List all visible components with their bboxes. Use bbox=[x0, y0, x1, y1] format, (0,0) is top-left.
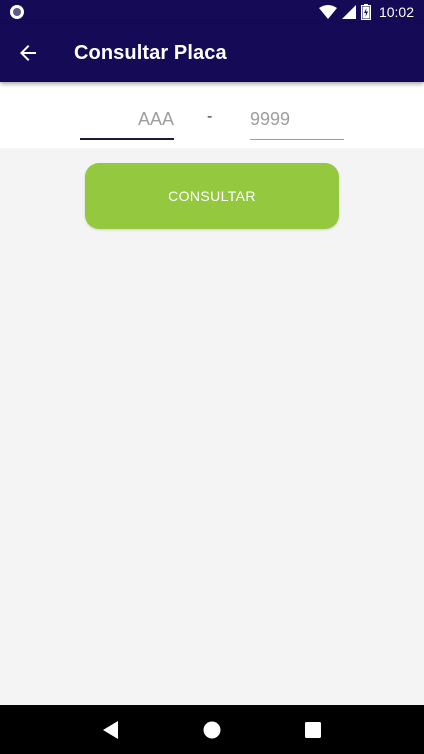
status-bar: 10:02 bbox=[0, 0, 424, 24]
nav-back-button[interactable] bbox=[91, 710, 131, 750]
page-title: Consultar Placa bbox=[74, 41, 227, 64]
app-bar: Consultar Placa bbox=[0, 24, 424, 82]
nav-recents-button[interactable] bbox=[293, 710, 333, 750]
screen: 10:02 Consultar Placa - CONSULTAR bbox=[0, 0, 424, 754]
nav-back-icon bbox=[102, 720, 118, 739]
plate-numbers-field-wrapper bbox=[250, 100, 344, 140]
notification-icon bbox=[10, 5, 24, 19]
plate-letters-input[interactable] bbox=[80, 100, 174, 138]
signal-icon bbox=[341, 5, 356, 19]
nav-home-icon bbox=[203, 721, 221, 738]
nav-recents-icon bbox=[305, 721, 322, 738]
back-button[interactable] bbox=[0, 24, 56, 82]
plate-input-panel: - bbox=[0, 82, 424, 148]
system-nav-bar bbox=[0, 705, 424, 754]
plate-letters-field-wrapper bbox=[80, 100, 174, 140]
wifi-icon bbox=[318, 5, 337, 19]
nav-home-button[interactable] bbox=[192, 710, 232, 750]
battery-icon bbox=[360, 4, 371, 20]
status-time: 10:02 bbox=[378, 4, 414, 20]
plate-numbers-input[interactable] bbox=[250, 100, 344, 138]
status-right: 10:02 bbox=[318, 4, 414, 20]
status-left bbox=[10, 5, 24, 19]
consult-button[interactable]: CONSULTAR bbox=[85, 163, 339, 229]
arrow-back-icon bbox=[20, 45, 36, 61]
plate-separator: - bbox=[207, 108, 213, 125]
